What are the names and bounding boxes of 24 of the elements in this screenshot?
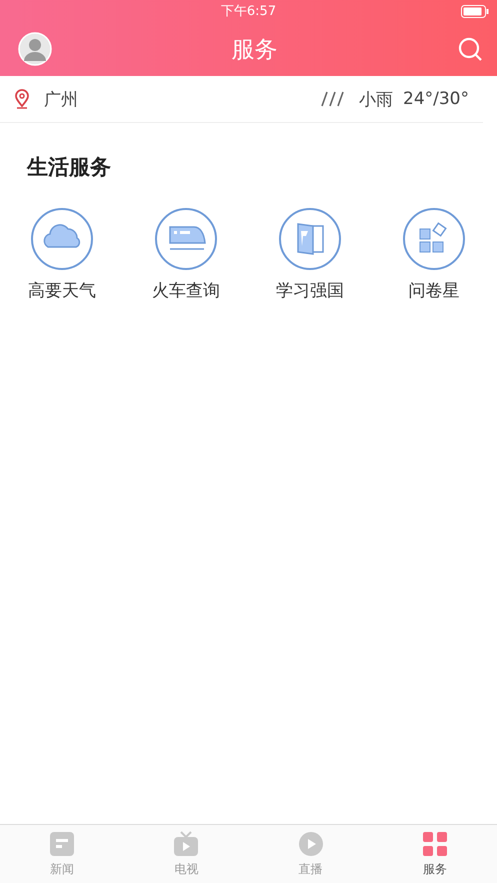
cloud-icon	[30, 207, 94, 271]
tab-item[interactable]: 服务	[372, 825, 497, 883]
temperature-text: 24°/30°	[403, 89, 469, 109]
status-time: 下午6:57	[220, 3, 276, 20]
service-label[interactable]: 高要天气	[28, 279, 96, 302]
grid-icon	[422, 830, 448, 856]
flag-document-icon	[278, 207, 342, 271]
section-title: 生活服务	[26, 154, 112, 181]
train-icon	[154, 207, 218, 271]
location-pin-icon	[14, 89, 30, 109]
search-icon[interactable]	[457, 36, 483, 62]
city-name: 广州	[44, 88, 79, 110]
service-label[interactable]: 学习强国	[276, 279, 344, 302]
avatar-icon[interactable]	[18, 32, 52, 66]
play-icon	[298, 830, 324, 856]
service-label[interactable]: 火车查询	[152, 279, 220, 302]
weather-text: 小雨	[359, 88, 393, 110]
blocks-icon	[402, 207, 466, 271]
service-label[interactable]: 问卷星	[408, 279, 460, 302]
tv-icon	[173, 830, 200, 856]
battery-icon	[461, 5, 489, 18]
document-icon	[49, 830, 76, 856]
page-title: 服务	[232, 36, 278, 64]
rain-icon	[321, 90, 345, 108]
